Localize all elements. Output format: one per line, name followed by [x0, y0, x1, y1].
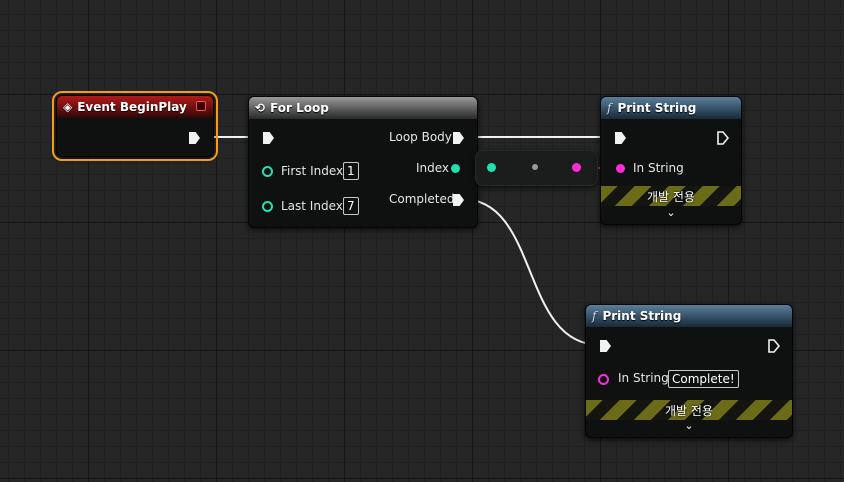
loop-body-exec-pin[interactable] [453, 132, 464, 144]
last-index-label: Last Index [281, 199, 343, 213]
print-string-2-instring-label: In String [618, 371, 669, 385]
for-loop-header[interactable]: ⟲ For Loop [249, 97, 477, 119]
chevron-down-icon[interactable]: ⌄ [601, 206, 741, 219]
first-index-label: First Index [281, 164, 344, 178]
print-string-2-instring-pin[interactable] [598, 374, 609, 385]
event-diamond-icon: ◈ [63, 100, 73, 114]
function-f-icon: f [607, 101, 612, 115]
loop-macro-icon: ⟲ [255, 101, 266, 115]
completed-exec-pin[interactable] [453, 194, 464, 206]
loop-body-label: Loop Body [389, 130, 452, 144]
exec-wire-completed-to-print2 [461, 198, 601, 346]
print-string-2-header[interactable]: f Print String [586, 305, 792, 327]
conversion-input-pin[interactable] [487, 163, 496, 172]
print-string-1-title: Print String [617, 101, 697, 115]
print-string-1-header[interactable]: f Print String [601, 97, 741, 119]
first-index-pin[interactable] [262, 166, 273, 177]
exec-output-pin[interactable] [189, 132, 200, 144]
development-only-label: 개발 전용 [647, 189, 695, 204]
chevron-down-icon[interactable]: ⌄ [586, 419, 792, 432]
print-string-node-1[interactable]: f Print String In String 개발 전용 ⌄ [600, 96, 742, 225]
print-string-2-instring-value[interactable]: Complete! [668, 370, 739, 388]
last-index-value[interactable]: 7 [343, 197, 359, 215]
development-only-banner: 개발 전용 [586, 400, 792, 420]
for-loop-node[interactable]: ⟲ For Loop First Index 1 Last Index 7 Lo… [248, 96, 478, 228]
event-begin-play-node[interactable]: ◈ Event BeginPlay [52, 91, 218, 161]
print-string-2-exec-input[interactable] [600, 340, 611, 352]
first-index-value[interactable]: 1 [343, 162, 359, 180]
int-to-string-conversion-node[interactable] [475, 150, 598, 186]
print-string-1-exec-input[interactable] [615, 132, 626, 144]
conversion-center-dot [532, 164, 538, 170]
event-begin-play-header[interactable]: ◈ Event BeginPlay [57, 96, 213, 118]
index-label: Index [416, 161, 450, 175]
print-string-1-instring-label: In String [633, 161, 684, 175]
print-string-1-exec-output[interactable] [717, 131, 729, 145]
print-string-2-title: Print String [602, 309, 682, 323]
index-output-pin[interactable] [451, 164, 460, 173]
completed-label: Completed [389, 192, 455, 206]
print-string-2-exec-output[interactable] [768, 339, 780, 353]
for-loop-title: For Loop [270, 101, 329, 115]
print-string-node-2[interactable]: f Print String In String Complete! 개발 전용… [585, 304, 793, 438]
development-only-label: 개발 전용 [665, 403, 713, 418]
conversion-output-pin[interactable] [572, 163, 581, 172]
print-string-1-instring-pin[interactable] [616, 164, 625, 173]
last-index-pin[interactable] [262, 201, 273, 212]
exec-input-pin[interactable] [263, 132, 274, 144]
function-f-icon: f [592, 309, 597, 323]
development-only-banner: 개발 전용 [601, 186, 741, 206]
delegate-pin-icon[interactable] [196, 101, 206, 111]
event-begin-play-title: Event BeginPlay [77, 100, 187, 114]
